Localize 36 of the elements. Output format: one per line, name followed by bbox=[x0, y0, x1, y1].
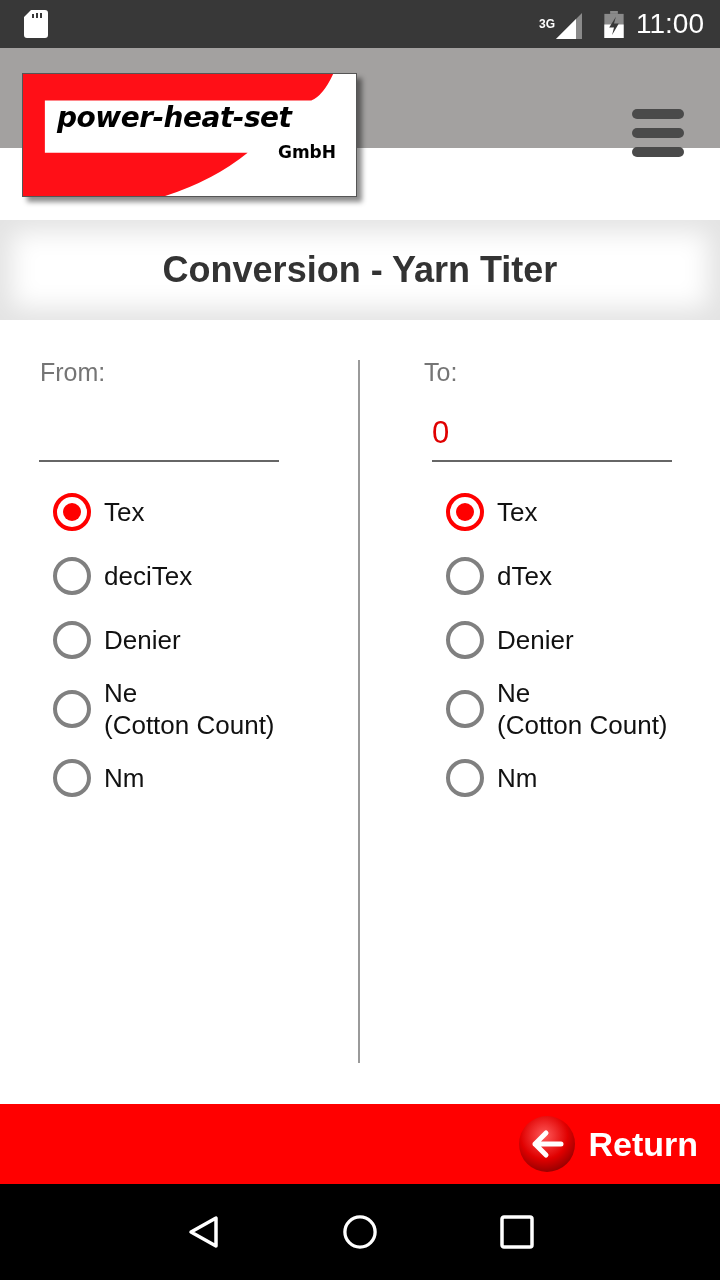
company-logo[interactable]: power-heat-set GmbH bbox=[22, 73, 357, 197]
option-label[interactable]: Denier bbox=[497, 624, 574, 656]
battery-icon bbox=[604, 10, 624, 38]
option-label[interactable]: dTex bbox=[497, 560, 552, 592]
recents-icon[interactable] bbox=[500, 1215, 535, 1249]
radio-button[interactable] bbox=[52, 689, 92, 729]
page-title: Conversion - Yarn Titer bbox=[162, 249, 558, 291]
field-label: To: bbox=[424, 360, 459, 384]
radio-button[interactable] bbox=[445, 556, 485, 596]
option-label[interactable]: Nm bbox=[497, 762, 538, 794]
signal-icon bbox=[556, 13, 582, 39]
radio-button[interactable] bbox=[52, 758, 92, 798]
network-label: 3G bbox=[539, 17, 555, 31]
radio-button[interactable] bbox=[52, 556, 92, 596]
logo-wordmark: power-heat-set bbox=[57, 100, 292, 136]
radio-button[interactable] bbox=[445, 492, 485, 532]
return-button[interactable]: Return bbox=[519, 1116, 698, 1172]
option-label[interactable]: Ne (Cotton Count) bbox=[497, 677, 668, 741]
option-label[interactable]: Denier bbox=[104, 624, 181, 656]
option-label[interactable]: Tex bbox=[497, 496, 538, 528]
status-time: 11:00 bbox=[636, 8, 704, 40]
menu-icon[interactable] bbox=[632, 109, 684, 157]
option-label[interactable]: Nm bbox=[104, 762, 145, 794]
sd-card-icon bbox=[24, 10, 48, 38]
radio-button[interactable] bbox=[445, 689, 485, 729]
option-label[interactable]: deciTex bbox=[104, 560, 193, 592]
input-field[interactable]: 0 bbox=[432, 406, 672, 462]
radio-button[interactable] bbox=[445, 620, 485, 660]
radio-button[interactable] bbox=[445, 758, 485, 798]
radio-button[interactable] bbox=[52, 492, 92, 532]
field-label: From: bbox=[40, 360, 107, 384]
option-label[interactable]: Ne (Cotton Count) bbox=[104, 677, 275, 741]
radio-button[interactable] bbox=[52, 620, 92, 660]
logo-suffix: GmbH bbox=[277, 142, 336, 162]
option-label[interactable]: Tex bbox=[104, 496, 145, 528]
home-icon[interactable] bbox=[343, 1215, 377, 1249]
